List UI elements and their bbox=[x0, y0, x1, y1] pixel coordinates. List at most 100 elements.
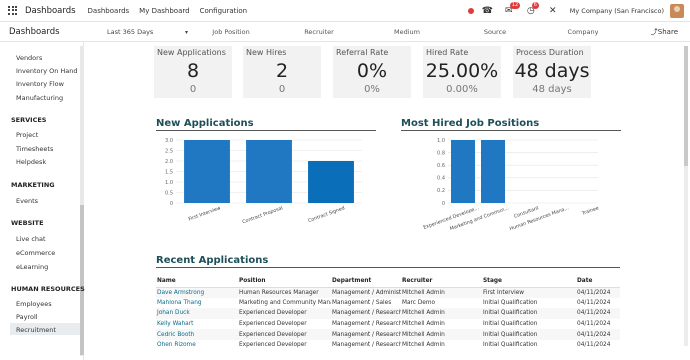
y-tick-label: 0.4 bbox=[437, 176, 445, 182]
sidebar-item-project[interactable]: Project bbox=[16, 131, 38, 139]
apps-grid-icon[interactable] bbox=[8, 5, 18, 16]
table-row[interactable]: Johan Duck Experienced Developer Managemen… bbox=[156, 308, 620, 319]
y-tick-label: 0 bbox=[170, 201, 173, 207]
table-cell[interactable]: Dave Armstrong bbox=[156, 287, 238, 298]
kpi-value: 48 days bbox=[514, 60, 590, 82]
kpi-label: Hired Rate bbox=[426, 48, 469, 57]
table-row[interactable]: Mahlona Thang Marketing and Community Man… bbox=[156, 298, 620, 309]
kpi-process-duration[interactable]: Process Duration 48 days 48 days bbox=[513, 46, 591, 98]
y-tick-label: 0.8 bbox=[437, 150, 445, 156]
chat-icon[interactable]: ✉ 12 bbox=[504, 2, 521, 16]
table-row[interactable]: Ohen Rizome Experienced Developer Manageme… bbox=[156, 340, 620, 351]
bar[interactable] bbox=[246, 140, 292, 203]
table-row[interactable]: Kelly Wahart Experienced Developer Managem… bbox=[156, 319, 620, 330]
kpi-label: New Hires bbox=[246, 48, 287, 57]
menu-configuration[interactable]: Configuration bbox=[200, 7, 247, 15]
sidebar-item-manufacturing[interactable]: Manufacturing bbox=[16, 94, 63, 102]
y-tick-label: 2.0 bbox=[165, 159, 173, 165]
period-filter[interactable]: Last 365 Days ▾ bbox=[107, 27, 188, 36]
phone-icon[interactable]: ☎ bbox=[482, 6, 493, 16]
sidebar-item-timesheets[interactable]: Timesheets bbox=[16, 145, 53, 153]
filter-company[interactable]: Company bbox=[539, 28, 627, 36]
sidebar-item-recruitment[interactable]: Recruitment bbox=[16, 326, 56, 334]
table-cell: Initial Qualification bbox=[483, 321, 538, 328]
activity-badge: 6 bbox=[531, 2, 539, 9]
table-row[interactable]: Dave Armstrong Human Resources Manager Man… bbox=[156, 287, 620, 298]
x-tick-label: First Interview bbox=[188, 205, 222, 222]
kpi-value: 0% bbox=[356, 60, 388, 82]
share-button[interactable]: ⤴Share bbox=[651, 27, 678, 37]
sidebar-item-inventory-flow[interactable]: Inventory Flow bbox=[16, 80, 64, 88]
company-switcher[interactable]: My Company (San Francisco) bbox=[570, 7, 664, 15]
table-cell: 04/11/2024 bbox=[576, 287, 620, 298]
filter-source[interactable]: Source bbox=[451, 28, 539, 36]
sidebar-item-vendors[interactable]: Vendors bbox=[16, 54, 42, 62]
sidebar-category-human-resources: HUMAN RESOURCES bbox=[11, 285, 85, 293]
table-cell: Mitchell Admin bbox=[401, 308, 482, 319]
kpi-referral-rate[interactable]: Referral Rate 0% 0% bbox=[333, 46, 411, 98]
table-cell[interactable]: Johan Duck bbox=[156, 308, 238, 319]
table-cell: Initial Qualification bbox=[483, 342, 538, 349]
y-tick-label: 1.0 bbox=[437, 138, 445, 144]
table-cell: Marc Demo bbox=[402, 299, 436, 306]
y-tick-label: 3.0 bbox=[165, 138, 173, 144]
column-header-position[interactable]: Position bbox=[238, 276, 331, 288]
table-cell[interactable]: Kelly Wahart bbox=[156, 319, 238, 330]
bar[interactable] bbox=[451, 140, 475, 203]
table-row[interactable]: Cedric Booth Experienced Developer Managem… bbox=[156, 329, 620, 340]
column-header-recruiter[interactable]: Recruiter bbox=[401, 276, 482, 288]
chart-new-applications: 0 0.5 1.0 1.5 2.0 2.5 3.0 First Interview Contra… bbox=[165, 138, 362, 225]
table-cell: Management / Sales bbox=[332, 299, 392, 306]
table-cell: Initial Qualification bbox=[482, 308, 576, 319]
sidebar-item-inventory-on-hand[interactable]: Inventory On Hand bbox=[16, 67, 78, 75]
main-scrollbar-thumb[interactable] bbox=[684, 46, 688, 166]
sidebar-item-helpdesk[interactable]: Helpdesk bbox=[16, 158, 46, 166]
sidebar-item-elearning[interactable]: eLearning bbox=[16, 263, 48, 271]
sidebar bbox=[0, 42, 84, 360]
user-avatar[interactable] bbox=[670, 4, 684, 18]
filter-medium[interactable]: Medium bbox=[363, 28, 451, 36]
kpi-new-applications[interactable]: New Applications 8 0 bbox=[154, 46, 232, 98]
chart-most-hired-positions: 00.20.40.60.81.0Experienced Develope...M… bbox=[423, 138, 600, 232]
sidebar-item-ecommerce[interactable]: eCommerce bbox=[16, 249, 55, 257]
filter-job-position[interactable]: Job Position bbox=[187, 28, 275, 36]
table-cell[interactable]: Ohen Rizome bbox=[156, 340, 238, 351]
top-navbar: Dashboards Dashboards My Dashboard Confi… bbox=[0, 0, 690, 22]
kpi-hired-rate[interactable]: Hired Rate 25.00% 0.00% bbox=[423, 46, 501, 98]
sidebar-item-live-chat[interactable]: Live chat bbox=[16, 235, 46, 243]
section-divider bbox=[156, 267, 620, 268]
control-bar: Dashboards Last 365 Days ▾ Job Position R… bbox=[0, 22, 690, 42]
sidebar-item-employees[interactable]: Employees bbox=[16, 300, 52, 308]
column-header-date[interactable]: Date bbox=[576, 276, 620, 288]
status-dot-icon[interactable] bbox=[467, 8, 474, 14]
table-cell[interactable]: Cedric Booth bbox=[156, 329, 238, 340]
menu-dashboards[interactable]: Dashboards bbox=[88, 7, 130, 15]
filter-recruiter[interactable]: Recruiter bbox=[275, 28, 363, 36]
table-cell: Initial Qualification bbox=[483, 299, 538, 306]
bar[interactable] bbox=[481, 140, 505, 203]
table-cell: Marketing and Community Manag bbox=[239, 299, 331, 306]
column-header-stage[interactable]: Stage bbox=[482, 276, 576, 288]
sidebar-scrollbar-thumb[interactable] bbox=[80, 205, 84, 355]
x-tick-label: Trainee bbox=[580, 205, 599, 217]
section-divider bbox=[401, 130, 621, 131]
bar[interactable] bbox=[308, 161, 354, 203]
table-cell: Experienced Developer bbox=[239, 321, 307, 328]
y-tick-label: 0 bbox=[442, 201, 445, 207]
column-header-department[interactable]: Department bbox=[331, 276, 401, 288]
y-tick-label: 0.2 bbox=[437, 188, 445, 194]
kpi-new-hires[interactable]: New Hires 2 0 bbox=[243, 46, 321, 98]
kpi-comparison: 0 bbox=[189, 84, 197, 95]
section-title-most-hired: Most Hired Job Positions bbox=[401, 118, 540, 129]
settings-tools-icon[interactable]: ✕ bbox=[548, 6, 558, 16]
period-label: Last 365 Days bbox=[107, 27, 154, 36]
bar[interactable] bbox=[184, 140, 230, 203]
kpi-label: New Applications bbox=[157, 48, 226, 57]
menu-my-dashboard[interactable]: My Dashboard bbox=[139, 7, 189, 15]
app-name[interactable]: Dashboards bbox=[25, 6, 76, 16]
column-header-name[interactable]: Name bbox=[156, 276, 238, 288]
sidebar-item-payroll[interactable]: Payroll bbox=[16, 313, 38, 321]
sidebar-item-events[interactable]: Events bbox=[16, 197, 38, 205]
table-cell[interactable]: Mahlona Thang bbox=[156, 298, 238, 309]
activity-clock-icon[interactable]: ◷ 6 bbox=[526, 2, 539, 16]
